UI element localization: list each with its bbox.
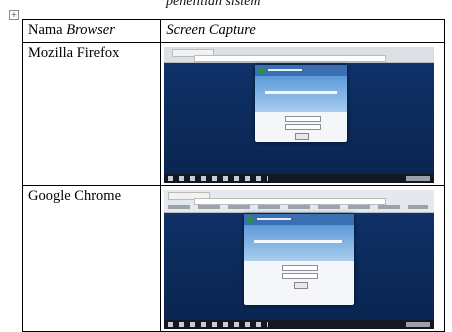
header-browser-em: Browser xyxy=(66,22,115,38)
browser-name-cell: Mozilla Firefox xyxy=(21,42,162,186)
browser-table: Nama Browser Screen Capture Mozilla Fire… xyxy=(21,19,445,332)
chrome-screenshot xyxy=(164,190,435,329)
firefox-toolbar xyxy=(164,47,435,63)
header-browser-prefix: Nama xyxy=(28,22,67,38)
login-panel xyxy=(244,214,355,305)
browser-name-cell: Google Chrome xyxy=(21,185,162,332)
cropped-heading-fragment: penelitian sistem xyxy=(166,0,261,9)
table-row: Google Chrome xyxy=(21,185,445,332)
table-header-row: Nama Browser Screen Capture xyxy=(21,19,445,43)
header-browser-name: Nama Browser xyxy=(21,19,162,43)
header-screen-capture: Screen Capture xyxy=(160,19,445,43)
screenshot-cell xyxy=(160,185,445,332)
login-panel xyxy=(255,65,348,142)
windows-taskbar xyxy=(164,174,435,183)
windows-taskbar xyxy=(164,320,435,329)
table-move-handle-icon[interactable]: + xyxy=(9,10,19,20)
screenshot-cell xyxy=(160,42,445,186)
firefox-screenshot xyxy=(164,47,435,183)
table-row: Mozilla Firefox xyxy=(21,42,445,186)
chrome-toolbar xyxy=(164,190,435,213)
